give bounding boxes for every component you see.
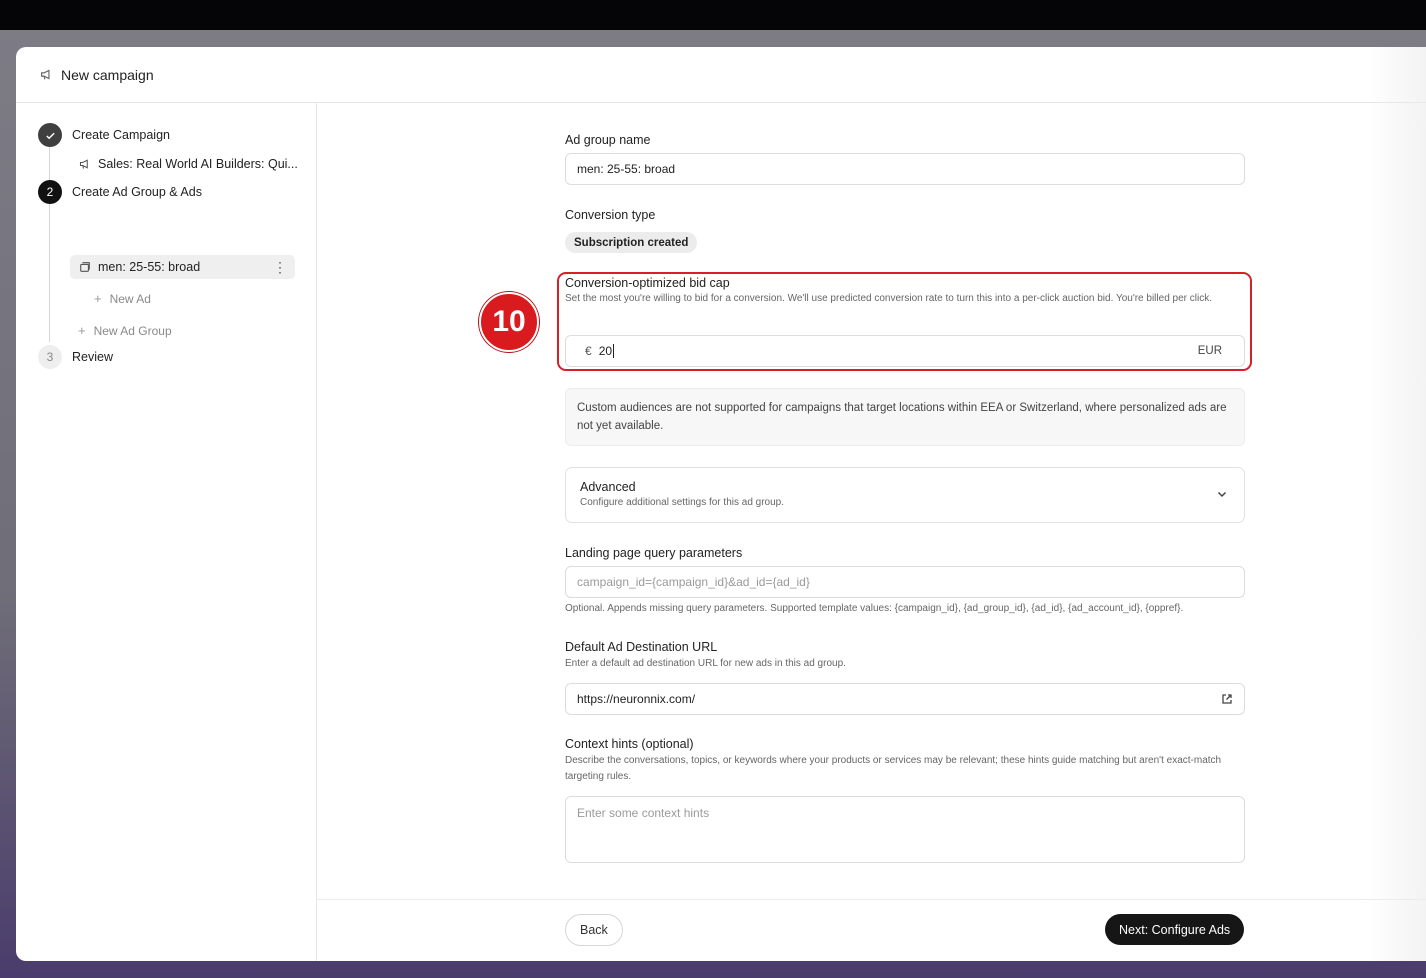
context-hints-help: Describe the conversations, topics, or k… [565,755,1222,782]
context-hints-textarea[interactable]: Enter some context hints [565,796,1245,863]
step-create-campaign[interactable]: Create Campaign [38,123,170,147]
step-label: Create Campaign [72,128,170,142]
back-button[interactable]: Back [565,914,623,946]
new-campaign-modal: New campaign Create Campaign Sales: Real… [16,47,1426,961]
ad-group-icon [78,260,92,274]
new-ad-label: New Ad [109,291,151,306]
step-number: 3 [38,345,62,369]
more-options-icon[interactable]: ⋮ [273,255,287,279]
chevron-down-icon [1216,487,1230,501]
modal-header: New campaign [16,47,1426,103]
destination-url-value: https://neuronnix.com/ [577,692,696,706]
annotation-step-badge: 10 [479,292,539,352]
megaphone-icon [38,67,54,83]
sidebar-item-ad-group[interactable]: men: 25-55: broad ⋮ [70,255,295,279]
modal-footer: Back Next: Configure Ads [317,899,1426,961]
eea-notice: Custom audiences are not supported for c… [565,388,1245,446]
destination-url-help: Enter a default ad destination URL for n… [565,658,846,669]
ad-group-name-label: Ad group name [565,133,651,147]
query-params-input[interactable]: campaign_id={campaign_id}&ad_id={ad_id} [565,566,1245,598]
campaign-item-label: Sales: Real World AI Builders: Qui... [98,157,298,171]
query-params-label: Landing page query parameters [565,546,743,560]
step-connector [49,196,50,342]
steps-sidebar: Create Campaign Sales: Real World AI Bui… [16,103,317,961]
advanced-accordion[interactable]: Advanced Configure additional settings f… [565,467,1245,523]
ad-group-item-label: men: 25-55: broad [98,260,201,274]
annotation-highlight-box [557,272,1252,371]
step-label: Create Ad Group & Ads [72,185,202,199]
plus-icon: + [94,291,102,306]
top-black-bar [0,0,1426,30]
modal-title: New campaign [61,66,154,83]
advanced-subtitle: Configure additional settings for this a… [580,497,785,508]
plus-icon: + [78,323,86,338]
conversion-type-label: Conversion type [565,208,656,222]
ad-group-name-input[interactable]: men: 25-55: broad [565,153,1245,185]
external-link-icon[interactable] [1221,693,1233,705]
conversion-type-chip: Subscription created [565,232,698,253]
step-create-ad-group[interactable]: 2 Create Ad Group & Ads [38,180,202,204]
step-number: 2 [38,180,62,204]
new-ad-group-label: New Ad Group [93,323,172,338]
step-review[interactable]: 3 Review [38,345,113,369]
next-configure-ads-button[interactable]: Next: Configure Ads [1105,914,1245,945]
check-icon [38,123,62,147]
context-hints-label: Context hints (optional) [565,737,694,751]
query-params-help: Optional. Appends missing query paramete… [565,603,1184,614]
right-edge-shadow [1366,47,1426,961]
new-ad-button[interactable]: + New Ad [94,291,151,306]
new-ad-group-button[interactable]: + New Ad Group [78,323,172,338]
step-label: Review [72,350,113,364]
advanced-title: Advanced [580,480,636,494]
destination-url-label: Default Ad Destination URL [565,640,718,654]
megaphone-icon [78,157,92,171]
destination-url-input[interactable]: https://neuronnix.com/ [565,683,1245,715]
sidebar-item-campaign[interactable]: Sales: Real World AI Builders: Qui... [78,156,298,172]
